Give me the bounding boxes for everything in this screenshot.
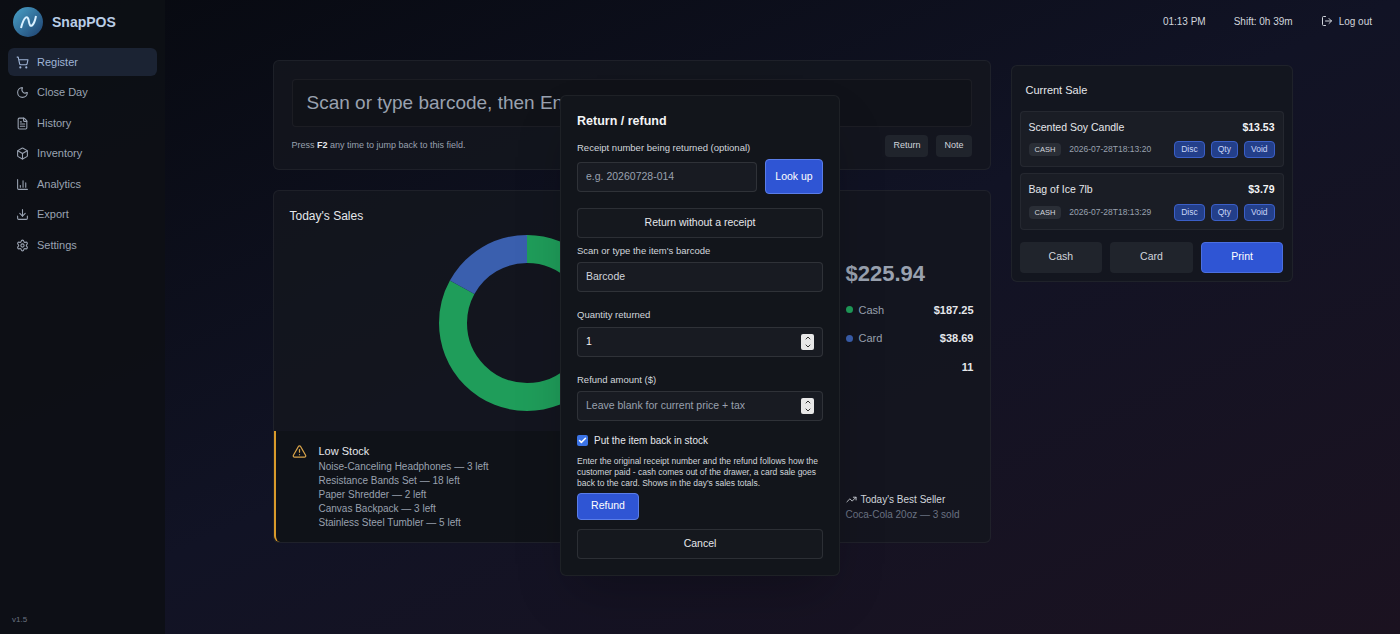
down-icon[interactable] xyxy=(804,406,812,414)
item-price: $3.79 xyxy=(1248,182,1274,198)
logo-icon xyxy=(12,6,44,38)
shift-timer: Shift: 0h 39m xyxy=(1234,14,1293,29)
logout-button[interactable]: Log out xyxy=(1321,14,1372,29)
scan-hint: Press F2 any time to jump back to this f… xyxy=(292,139,466,153)
scan-action-button[interactable]: Return xyxy=(885,135,928,157)
no-receipt-button[interactable]: Return without a receipt xyxy=(577,208,823,238)
low-stock-item: Stainless Steel Tumbler — 5 left xyxy=(319,516,489,530)
legend-row: Card$38.69 xyxy=(846,330,974,347)
refund-amount-input[interactable]: Leave blank for current price + tax xyxy=(577,391,823,421)
topbar: 01:13 PM Shift: 0h 39m Log out xyxy=(165,0,1400,42)
item-time: 2026-07-28T18:13:20 xyxy=(1069,143,1151,156)
field-label: Receipt number being returned (optional) xyxy=(577,141,823,155)
gear-icon xyxy=(16,239,29,252)
legend-dot xyxy=(846,335,853,342)
refund-button[interactable]: Refund xyxy=(577,493,639,520)
spinner[interactable] xyxy=(801,334,814,350)
panel-title: Current Sale xyxy=(1020,82,1284,99)
app: SnapPOS Register Close DayHistory Inventory… xyxy=(0,0,1400,634)
sales-stats: $225.94 Cash$187.25 Card$38.69 11 xyxy=(846,233,974,376)
quantity-input[interactable]: 1 xyxy=(577,327,823,357)
legend-dot xyxy=(846,306,853,313)
sale-item[interactable]: Bag of Ice 7lb $3.79 CASH 2026-07-28T18:13:… xyxy=(1020,173,1284,230)
low-stock-title: Low Stock xyxy=(319,443,489,460)
spinner[interactable] xyxy=(801,398,814,414)
receipt-input[interactable]: e.g. 20260728-014 xyxy=(577,162,757,192)
dialog-title: Return / refund xyxy=(577,112,823,131)
cancel-button[interactable]: Cancel xyxy=(577,529,823,559)
payment-button[interactable]: Cash xyxy=(1020,242,1103,273)
item-action-button[interactable]: Disc xyxy=(1174,141,1205,158)
sidebar-item[interactable]: Analytics xyxy=(8,170,157,198)
scan-action-button[interactable]: Note xyxy=(936,135,971,157)
legend-row: Cash$187.25 xyxy=(846,302,974,319)
restock-checkbox-row[interactable]: Put the item back in stock xyxy=(577,433,823,448)
item-price: $13.53 xyxy=(1242,120,1274,136)
refund-dialog: Return / refund Receipt number being retu… xyxy=(560,95,840,576)
low-stock-item: Paper Shredder — 2 left xyxy=(319,488,489,502)
sidebar: SnapPOS Register Close DayHistory Inventory… xyxy=(0,0,165,634)
field-label: Quantity returned xyxy=(577,308,823,322)
low-stock-item: Canvas Backpack — 3 left xyxy=(319,502,489,516)
bar-chart-icon xyxy=(16,178,29,191)
box-icon xyxy=(16,147,29,160)
field-label: Scan or type the item's barcode xyxy=(577,244,823,258)
payment-button[interactable]: Card xyxy=(1110,242,1193,273)
up-icon[interactable] xyxy=(804,398,812,406)
up-icon[interactable] xyxy=(804,334,812,342)
help-text: Enter the original receipt number and th… xyxy=(577,456,823,489)
payment-tag: CASH xyxy=(1029,206,1062,219)
cart-icon xyxy=(16,56,29,69)
current-sale-panel: Current Sale Scented Soy Candle $13.53 CASH… xyxy=(1011,65,1293,282)
download-icon xyxy=(16,208,29,221)
moon-icon xyxy=(16,86,29,99)
restock-checkbox[interactable] xyxy=(577,435,588,446)
sidebar-item[interactable]: Close Day xyxy=(8,79,157,107)
sidebar-item[interactable]: Inventory xyxy=(8,140,157,168)
item-action-button[interactable]: Void xyxy=(1244,141,1275,158)
payment-buttons: CashCard Print xyxy=(1020,242,1284,273)
sidebar-nav: Register Close DayHistory InventoryAnalyti… xyxy=(8,48,157,259)
down-icon[interactable] xyxy=(804,342,812,350)
sales-count: 11 xyxy=(846,359,974,376)
low-stock-item: Resistance Bands Set — 18 left xyxy=(319,474,489,488)
warning-icon xyxy=(292,444,307,459)
payment-tag: CASH xyxy=(1029,143,1062,156)
item-action-button[interactable]: Disc xyxy=(1174,204,1205,221)
check-icon xyxy=(578,436,587,445)
logo: SnapPOS xyxy=(8,6,157,48)
app-name: SnapPOS xyxy=(52,12,116,33)
clock: 01:13 PM xyxy=(1163,14,1206,29)
trend-icon xyxy=(846,494,857,505)
sale-item[interactable]: Scented Soy Candle $13.53 CASH 2026-07-28T1… xyxy=(1020,111,1284,168)
scan-buttons: Return Note xyxy=(885,135,971,157)
sidebar-item[interactable]: History xyxy=(8,109,157,137)
barcode-input[interactable]: Barcode xyxy=(577,262,823,292)
item-name: Scented Soy Candle xyxy=(1029,120,1125,136)
sidebar-item[interactable]: Export xyxy=(8,201,157,229)
version: v1.5 xyxy=(8,614,157,626)
lookup-button[interactable]: Look up xyxy=(765,159,823,194)
sidebar-item[interactable]: Register xyxy=(8,48,157,76)
payment-button[interactable]: Print xyxy=(1201,242,1284,273)
item-name: Bag of Ice 7lb xyxy=(1029,182,1093,198)
logout-icon xyxy=(1321,15,1333,27)
field-label: Refund amount ($) xyxy=(577,373,823,387)
low-stock-item: Noise-Canceling Headphones — 3 left xyxy=(319,460,489,474)
item-action-button[interactable]: Void xyxy=(1244,204,1275,221)
best-seller: Today's Best SellerCoca-Cola 20oz — 3 so… xyxy=(846,492,974,522)
item-action-button[interactable]: Qty xyxy=(1211,141,1238,158)
sales-total: $225.94 xyxy=(846,257,974,290)
document-icon xyxy=(16,117,29,130)
item-time: 2026-07-28T18:13:29 xyxy=(1069,206,1151,219)
sidebar-item[interactable]: Settings xyxy=(8,231,157,259)
item-action-button[interactable]: Qty xyxy=(1211,204,1238,221)
